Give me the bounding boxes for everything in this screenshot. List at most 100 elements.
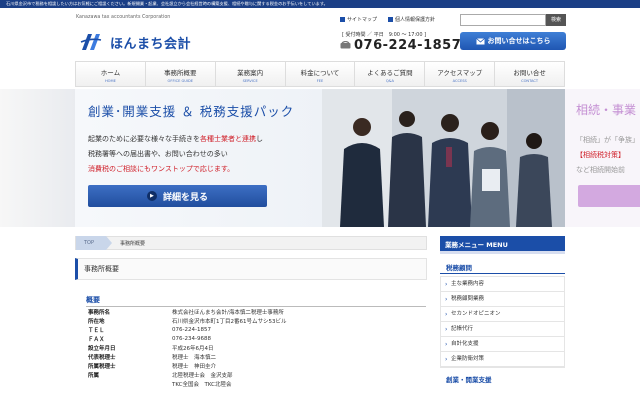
hero-title: 創業･開業支援 ＆ 税務支援パック [88, 104, 295, 119]
table-row: ＦＡＸ 076-234-9688 [86, 334, 426, 343]
next-slide-button[interactable] [578, 185, 640, 207]
sidebar-item-corporate-defense[interactable]: 企業防衛対策 [441, 352, 564, 367]
sidebar-item-tax-advisory[interactable]: 税務顧問業務 [441, 292, 564, 307]
hero-text: し [256, 135, 263, 143]
table-row: 所属税理士 税理士 神田圭介 [86, 361, 426, 370]
sidebar-item-self-accounting[interactable]: 自計化支援 [441, 337, 564, 352]
hero-slider: 創業･開業支援 ＆ 税務支援パック 起業のために必要な様々な手続きを各種士業者と… [0, 89, 640, 227]
nav-sublabel: FEE [316, 79, 324, 83]
hero-text-line: 消費税のご相談にもワンストップで応じます。 [88, 164, 234, 174]
search-button[interactable]: 検索 [546, 14, 566, 26]
nav-item-contact[interactable]: お問い合せ CONTACT [495, 62, 566, 86]
row-label: 所属 [88, 372, 100, 379]
hero-text-highlight: 消費税のご相談にもワンストップで応じます。 [88, 165, 235, 173]
breadcrumb: TOP 事務所概要 [75, 236, 427, 250]
hero-detail-label: 詳細を見る [162, 192, 208, 203]
nav-label: 業務案内 [237, 69, 264, 77]
office-overview-table: 事務所名 株式会社ほんまち会計/海本慎二税理士事務所 所在地 石川県金沢市本町1丁目… [86, 307, 426, 388]
business-hours: [ 受付時間 ／ 平日 9:00 ～ 17:00 ] [342, 32, 427, 38]
overview-heading: 概要 [86, 295, 426, 307]
breadcrumb-home-link[interactable]: TOP [76, 236, 113, 250]
row-label: 所在地 [88, 318, 105, 325]
hero-text-highlight: 各種士業者と連携 [200, 135, 256, 143]
table-row: TKC全国会 TKC北陸会 [86, 379, 426, 388]
row-label: 所属税理士 [88, 363, 116, 370]
nav-item-qa[interactable]: よくあるご質問 Q&A [355, 62, 426, 86]
nav-label: よくあるご質問 [367, 69, 413, 77]
nav-label: 料金について [300, 69, 340, 77]
global-navigation: ホーム HOME 事務所概要 OFFICE GUIDE 業務案内 SERVICE 料金… [75, 61, 566, 87]
row-value: 076-224-1857 [172, 326, 211, 333]
mail-icon [475, 37, 485, 44]
hero-text-line: 起業のために必要な様々な手続きを各種士業者と連携し [88, 134, 263, 144]
sidebar-menu: 主な業務内容 税務顧問業務 セカンドオピニオン 記帳代行 自計化支援 企業防衛対… [440, 276, 565, 368]
sidebar-subheading[interactable]: 創業・開業支援 [440, 374, 565, 384]
sidebar-item-main-services[interactable]: 主な業務内容 [441, 277, 564, 292]
row-label: ＦＡＸ [88, 336, 105, 343]
row-label: 事務所名 [88, 309, 111, 316]
sidebar-item-second-opinion[interactable]: セカンドオピニオン [441, 307, 564, 322]
nav-label: 事務所概要 [164, 69, 197, 77]
business-people-photo [322, 89, 565, 227]
nav-item-fee[interactable]: 料金について FEE [286, 62, 356, 86]
logo-mark-icon[interactable] [80, 32, 102, 52]
row-value: 税理士 神田圭介 [172, 363, 217, 370]
nav-item-home[interactable]: ホーム HOME [75, 62, 146, 86]
sidebar-subheading[interactable]: 税務顧問 [440, 262, 565, 274]
table-row: 事務所名 株式会社ほんまち会計/海本慎二税理士事務所 [86, 307, 426, 316]
nav-sublabel: HOME [104, 79, 116, 83]
table-row: ＴＥＬ 076-224-1857 [86, 325, 426, 334]
contact-button[interactable]: お問い合せはこちら [460, 32, 566, 50]
sidebar-item-bookkeeping[interactable]: 記帳代行 [441, 322, 564, 337]
search-input[interactable] [460, 14, 546, 26]
hero-previous-slide[interactable] [0, 89, 75, 227]
row-label: 代表税理士 [88, 354, 116, 361]
nav-sublabel: OFFICE GUIDE [167, 79, 194, 83]
sidebar: 業務メニュー MENU 税務顧問 主な業務内容 税務顧問業務 セカンドオピニオン… [440, 236, 565, 384]
phone-number: 076-224-1857 [354, 38, 462, 53]
row-value: 平成26年6月4日 [172, 345, 214, 352]
privacy-link[interactable]: 個人情報保護方針 [388, 16, 435, 23]
sitemap-bullet-icon [340, 17, 345, 22]
logo-name[interactable]: ほんまち会計 [110, 33, 191, 52]
hero-text-line: 税務署等への届出書や、お問い合わせの多い [88, 150, 228, 158]
nav-item-access[interactable]: アクセスマップ ACCESS [425, 62, 496, 86]
row-value: 076-234-9688 [172, 335, 211, 342]
table-row: 代表税理士 税理士 海本慎二 [86, 352, 426, 361]
nav-sublabel: CONTACT [521, 79, 539, 83]
next-slide-text: 「相続」が「争族」 [576, 136, 639, 144]
nav-item-service[interactable]: 業務案内 SERVICE [216, 62, 286, 86]
nav-item-office-guide[interactable]: 事務所概要 OFFICE GUIDE [146, 62, 216, 86]
row-value: 株式会社ほんまち会計/海本慎二税理士事務所 [172, 309, 284, 316]
nav-label: アクセスマップ [437, 69, 483, 77]
row-label: ＴＥＬ [88, 327, 105, 334]
nav-label: ホーム [100, 69, 121, 77]
next-slide-text: など相続開始前 [576, 166, 625, 174]
table-row: 所在地 石川県金沢市本町1丁目2番61号ムサシ53ビル [86, 316, 426, 325]
nav-sublabel: SERVICE [242, 79, 258, 83]
play-arrow-icon: ▶ [146, 191, 157, 201]
table-row: 所属 北陸税理士会 金沢支部 [86, 370, 426, 379]
sitemap-link[interactable]: サイトマップ [340, 16, 377, 23]
nav-sublabel: Q&A [385, 79, 394, 83]
row-label [86, 379, 170, 388]
row-value: 税理士 海本慎二 [172, 354, 217, 361]
table-row: 設立年月日 平成26年6月4日 [86, 343, 426, 352]
sitemap-label: サイトマップ [347, 17, 378, 23]
nav-sublabel: ACCESS [452, 79, 467, 83]
row-value: 北陸税理士会 金沢支部 [172, 372, 233, 379]
next-slide-text: 【相続税対策】 [576, 150, 625, 160]
sidebar-heading: 業務メニュー MENU [440, 236, 565, 254]
row-label: 設立年月日 [88, 345, 116, 352]
top-announcement-bar: 石川県金沢市で税務を相談したい方はお気軽にご相談ください。新規開業・起業、会社設… [0, 0, 640, 8]
contact-button-label: お問い合せはこちら [487, 37, 551, 45]
row-value: TKC全国会 TKC北陸会 [172, 381, 232, 388]
next-slide-highlight: 【相続税対策】 [576, 151, 625, 159]
hero-text: 起業のために必要な様々な手続きを [88, 135, 200, 143]
phone-icon [340, 41, 351, 49]
hero-detail-button[interactable]: ▶ 詳細を見る [88, 185, 267, 207]
next-slide-title: 相続・事業 [576, 103, 637, 117]
breadcrumb-current: 事務所概要 [120, 240, 146, 247]
privacy-label: 個人情報保護方針 [395, 17, 436, 23]
row-value: 石川県金沢市本町1丁目2番61号ムサシ53ビル [172, 318, 287, 325]
